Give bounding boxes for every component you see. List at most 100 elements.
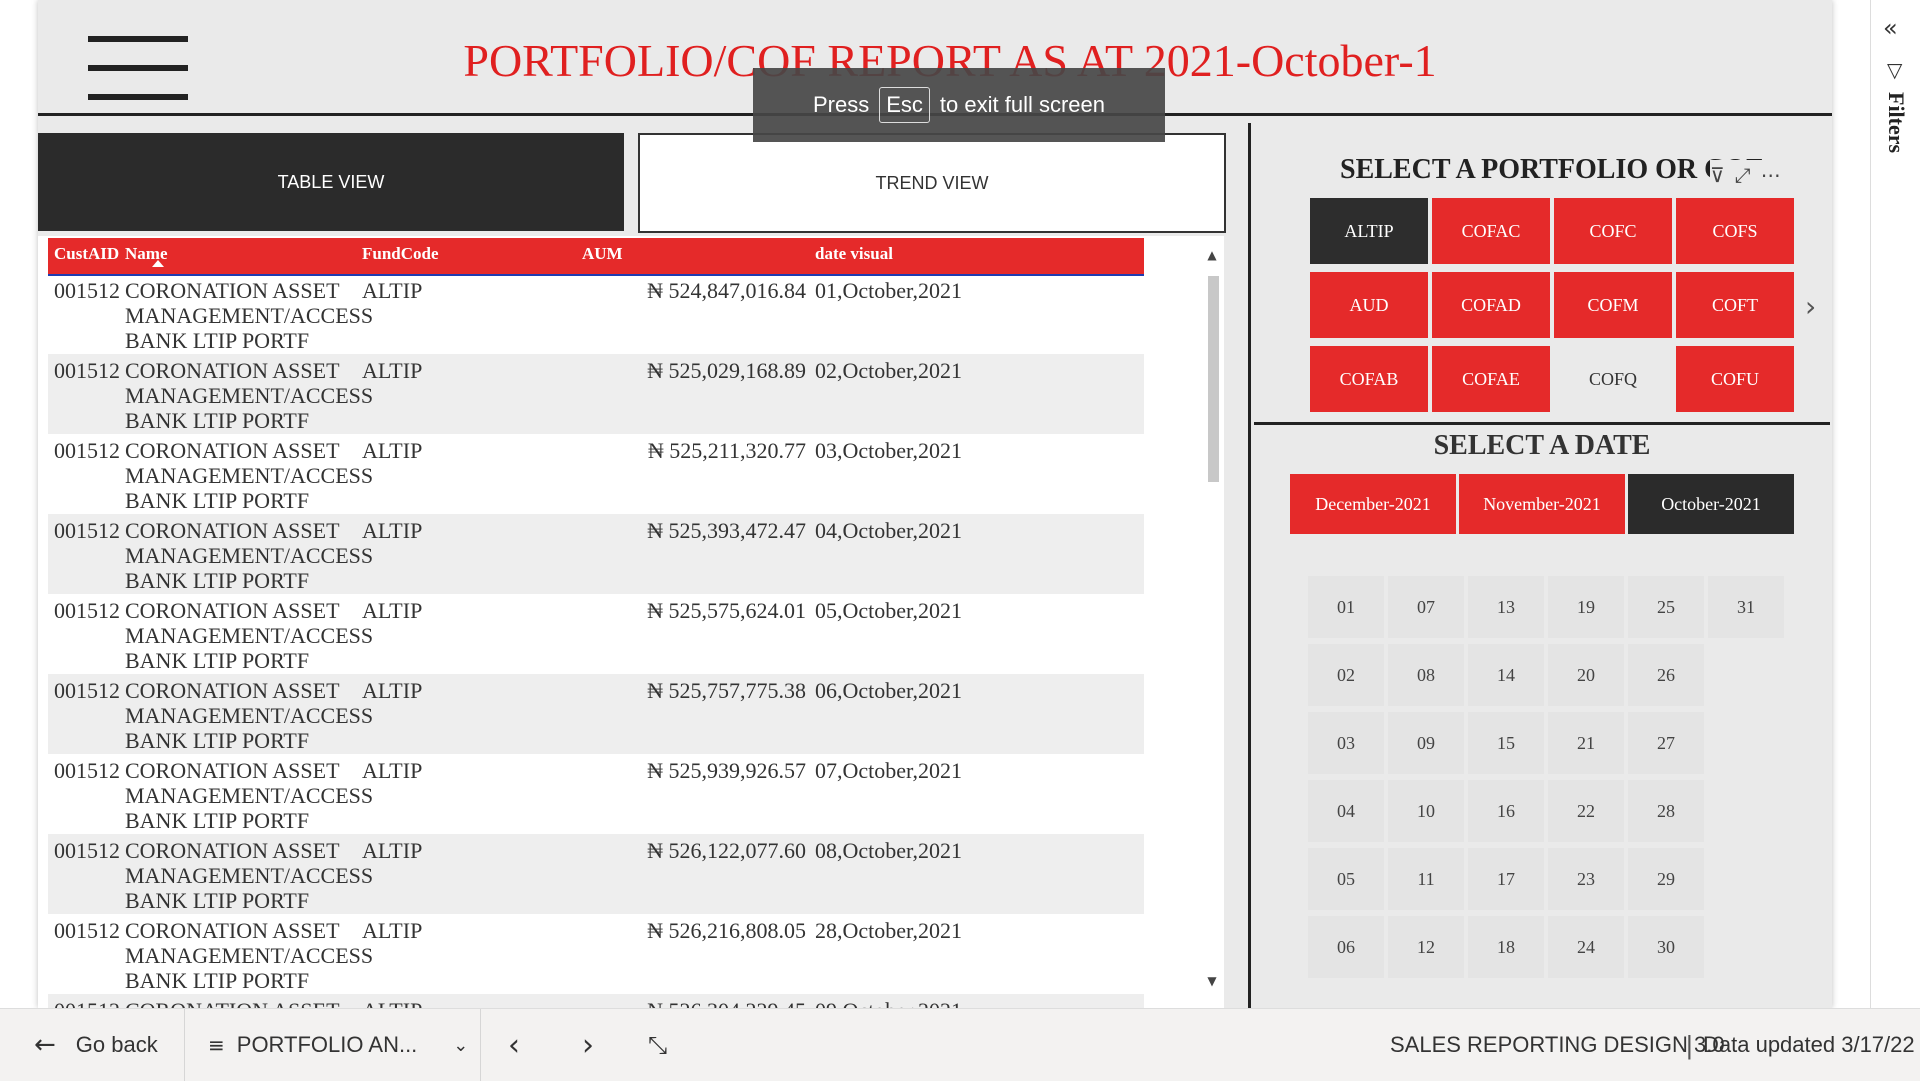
table-view-button[interactable]: TABLE VIEW — [38, 133, 624, 231]
arrow-left-icon: ← — [34, 1030, 56, 1060]
day-tile-15[interactable]: 15 — [1468, 712, 1544, 774]
portfolio-slicer-title: SELECT A PORTFOLIO OR COF — [1340, 154, 1764, 185]
day-tile-13[interactable]: 13 — [1468, 576, 1544, 638]
cell-fundcode: ALTIP — [362, 758, 423, 783]
cell-custaid: 001512 — [54, 838, 120, 863]
table-row[interactable]: 001512 CORONATION ASSET MANAGEMENT/ACCESS B… — [48, 834, 1144, 914]
cell-name-line: MANAGEMENT/ACCESS — [125, 543, 374, 568]
table-row[interactable]: 001512 CORONATION ASSET MANAGEMENT/ACCESS B… — [48, 434, 1144, 514]
esc-key-badge: Esc — [879, 87, 930, 123]
portfolio-tile-cofad[interactable]: COFAD — [1432, 272, 1550, 338]
previous-page-icon[interactable]: ‹ — [508, 1009, 520, 1081]
month-tile-october-2021[interactable]: October-2021 — [1628, 474, 1794, 534]
column-header-date-visual[interactable]: date visual — [815, 244, 893, 264]
day-tile-05[interactable]: 05 — [1308, 848, 1384, 910]
cell-custaid: 001512 — [54, 998, 120, 1008]
day-tile-11[interactable]: 11 — [1388, 848, 1464, 910]
day-tile-18[interactable]: 18 — [1468, 916, 1544, 978]
filters-label[interactable]: Filters — [1883, 92, 1909, 153]
portfolio-tile-cofu[interactable]: COFU — [1676, 346, 1794, 412]
table-scrollbar[interactable] — [1208, 276, 1219, 482]
chevron-right-icon[interactable]: › — [1805, 290, 1816, 323]
day-tile-27[interactable]: 27 — [1628, 712, 1704, 774]
scroll-down-icon[interactable]: ▼ — [1205, 974, 1219, 988]
day-tile-17[interactable]: 17 — [1468, 848, 1544, 910]
month-tile-november-2021[interactable]: November-2021 — [1459, 474, 1625, 534]
column-header-custaid[interactable]: CustAID — [54, 244, 119, 264]
day-tile-03[interactable]: 03 — [1308, 712, 1384, 774]
portfolio-tile-cofc[interactable]: COFC — [1554, 198, 1672, 264]
cell-aum: ₦ 525,757,775.38 — [647, 678, 806, 703]
page-selector[interactable]: ≡ PORTFOLIO AN... ⌄ — [208, 1009, 468, 1081]
cell-date: 28,October,2021 — [815, 918, 962, 943]
portfolio-tile-cofac[interactable]: COFAC — [1432, 198, 1550, 264]
focus-mode-icon[interactable]: ⤢ — [1735, 163, 1751, 187]
day-tile-08[interactable]: 08 — [1388, 644, 1464, 706]
cell-aum: ₦ 525,211,320.77 — [647, 438, 806, 463]
filter-icon[interactable]: ⊽ — [1710, 163, 1725, 187]
column-header-aum[interactable]: AUM — [582, 244, 623, 264]
hamburger-menu-icon[interactable] — [88, 36, 188, 100]
cell-name-line: BANK LTIP PORTF — [125, 728, 310, 753]
table-row[interactable]: 001512 CORONATION ASSET MANAGEMENT/ACCESS B… — [48, 674, 1144, 754]
portfolio-tile-cofs[interactable]: COFS — [1676, 198, 1794, 264]
day-tile-09[interactable]: 09 — [1388, 712, 1464, 774]
exit-fullscreen-icon[interactable]: ⤡ — [648, 1009, 667, 1081]
portfolio-tile-cofab[interactable]: COFAB — [1310, 346, 1428, 412]
day-tile-31[interactable]: 31 — [1708, 576, 1784, 638]
portfolio-tile-cofq[interactable]: COFQ — [1554, 346, 1672, 412]
day-tile-10[interactable]: 10 — [1388, 780, 1464, 842]
portfolio-tile-coft[interactable]: COFT — [1676, 272, 1794, 338]
portfolio-tile-altip[interactable]: ALTIP — [1310, 198, 1428, 264]
day-tile-04[interactable]: 04 — [1308, 780, 1384, 842]
cell-name-line: CORONATION ASSET — [125, 278, 340, 303]
table-row[interactable]: 001512 CORONATION ASSET MANAGEMENT/ACCESS B… — [48, 594, 1144, 674]
bottom-navigation-bar: ← Go back ≡ PORTFOLIO AN... ⌄ ‹ › ⤡ SALE… — [0, 1008, 1920, 1081]
trend-view-button[interactable]: TREND VIEW — [638, 133, 1226, 233]
day-tile-16[interactable]: 16 — [1468, 780, 1544, 842]
table-row[interactable]: 001512 CORONATION ASSET MANAGEMENT/ACCESS B… — [48, 274, 1144, 354]
day-tile-21[interactable]: 21 — [1548, 712, 1624, 774]
day-tile-24[interactable]: 24 — [1548, 916, 1624, 978]
collapse-chevron-icon[interactable]: « — [1883, 14, 1898, 42]
column-header-fundcode[interactable]: FundCode — [362, 244, 439, 264]
portfolio-tile-aud[interactable]: AUD — [1310, 272, 1428, 338]
day-tile-02[interactable]: 02 — [1308, 644, 1384, 706]
cell-fundcode: ALTIP — [362, 358, 423, 383]
day-tile-28[interactable]: 28 — [1628, 780, 1704, 842]
table-row[interactable]: 001512 CORONATION ASSET MANAGEMENT/ACCESS B… — [48, 514, 1144, 594]
cell-name-line: CORONATION ASSET — [125, 678, 340, 703]
day-tile-12[interactable]: 12 — [1388, 916, 1464, 978]
filters-pane[interactable]: « ▽ Filters — [1870, 0, 1920, 1008]
chevron-down-icon[interactable]: ⌄ — [453, 1035, 468, 1056]
day-tile-25[interactable]: 25 — [1628, 576, 1704, 638]
report-name: SALES REPORTING DESIGN 3.0 — [1390, 1032, 1725, 1057]
next-page-icon[interactable]: › — [582, 1009, 594, 1081]
day-tile-30[interactable]: 30 — [1628, 916, 1704, 978]
scroll-up-icon[interactable]: ▲ — [1205, 248, 1219, 262]
day-tile-14[interactable]: 14 — [1468, 644, 1544, 706]
month-tile-december-2021[interactable]: December-2021 — [1290, 474, 1456, 534]
day-tile-22[interactable]: 22 — [1548, 780, 1624, 842]
cell-date: 07,October,2021 — [815, 758, 962, 783]
day-tile-19[interactable]: 19 — [1548, 576, 1624, 638]
more-options-icon[interactable]: ⋯ — [1761, 163, 1781, 187]
table-row[interactable]: 001512 CORONATION ASSET ALTIP ₦ 526,304,229… — [48, 994, 1144, 1008]
cell-name-line: CORONATION ASSET — [125, 758, 340, 783]
day-tile-06[interactable]: 06 — [1308, 916, 1384, 978]
table-row[interactable]: 001512 CORONATION ASSET MANAGEMENT/ACCESS B… — [48, 914, 1144, 994]
day-tile-29[interactable]: 29 — [1628, 848, 1704, 910]
table-row[interactable]: 001512 CORONATION ASSET MANAGEMENT/ACCESS B… — [48, 354, 1144, 434]
portfolio-tile-cofae[interactable]: COFAE — [1432, 346, 1550, 412]
table-row[interactable]: 001512 CORONATION ASSET MANAGEMENT/ACCESS B… — [48, 754, 1144, 834]
portfolio-tile-cofm[interactable]: COFM — [1554, 272, 1672, 338]
go-back-button[interactable]: ← Go back — [34, 1009, 158, 1081]
day-tile-23[interactable]: 23 — [1548, 848, 1624, 910]
day-tile-01[interactable]: 01 — [1308, 576, 1384, 638]
day-tile-07[interactable]: 07 — [1388, 576, 1464, 638]
cell-name-line: BANK LTIP PORTF — [125, 568, 310, 593]
day-tile-20[interactable]: 20 — [1548, 644, 1624, 706]
cell-name-line: MANAGEMENT/ACCESS — [125, 783, 374, 808]
day-tile-26[interactable]: 26 — [1628, 644, 1704, 706]
cell-custaid: 001512 — [54, 918, 120, 943]
